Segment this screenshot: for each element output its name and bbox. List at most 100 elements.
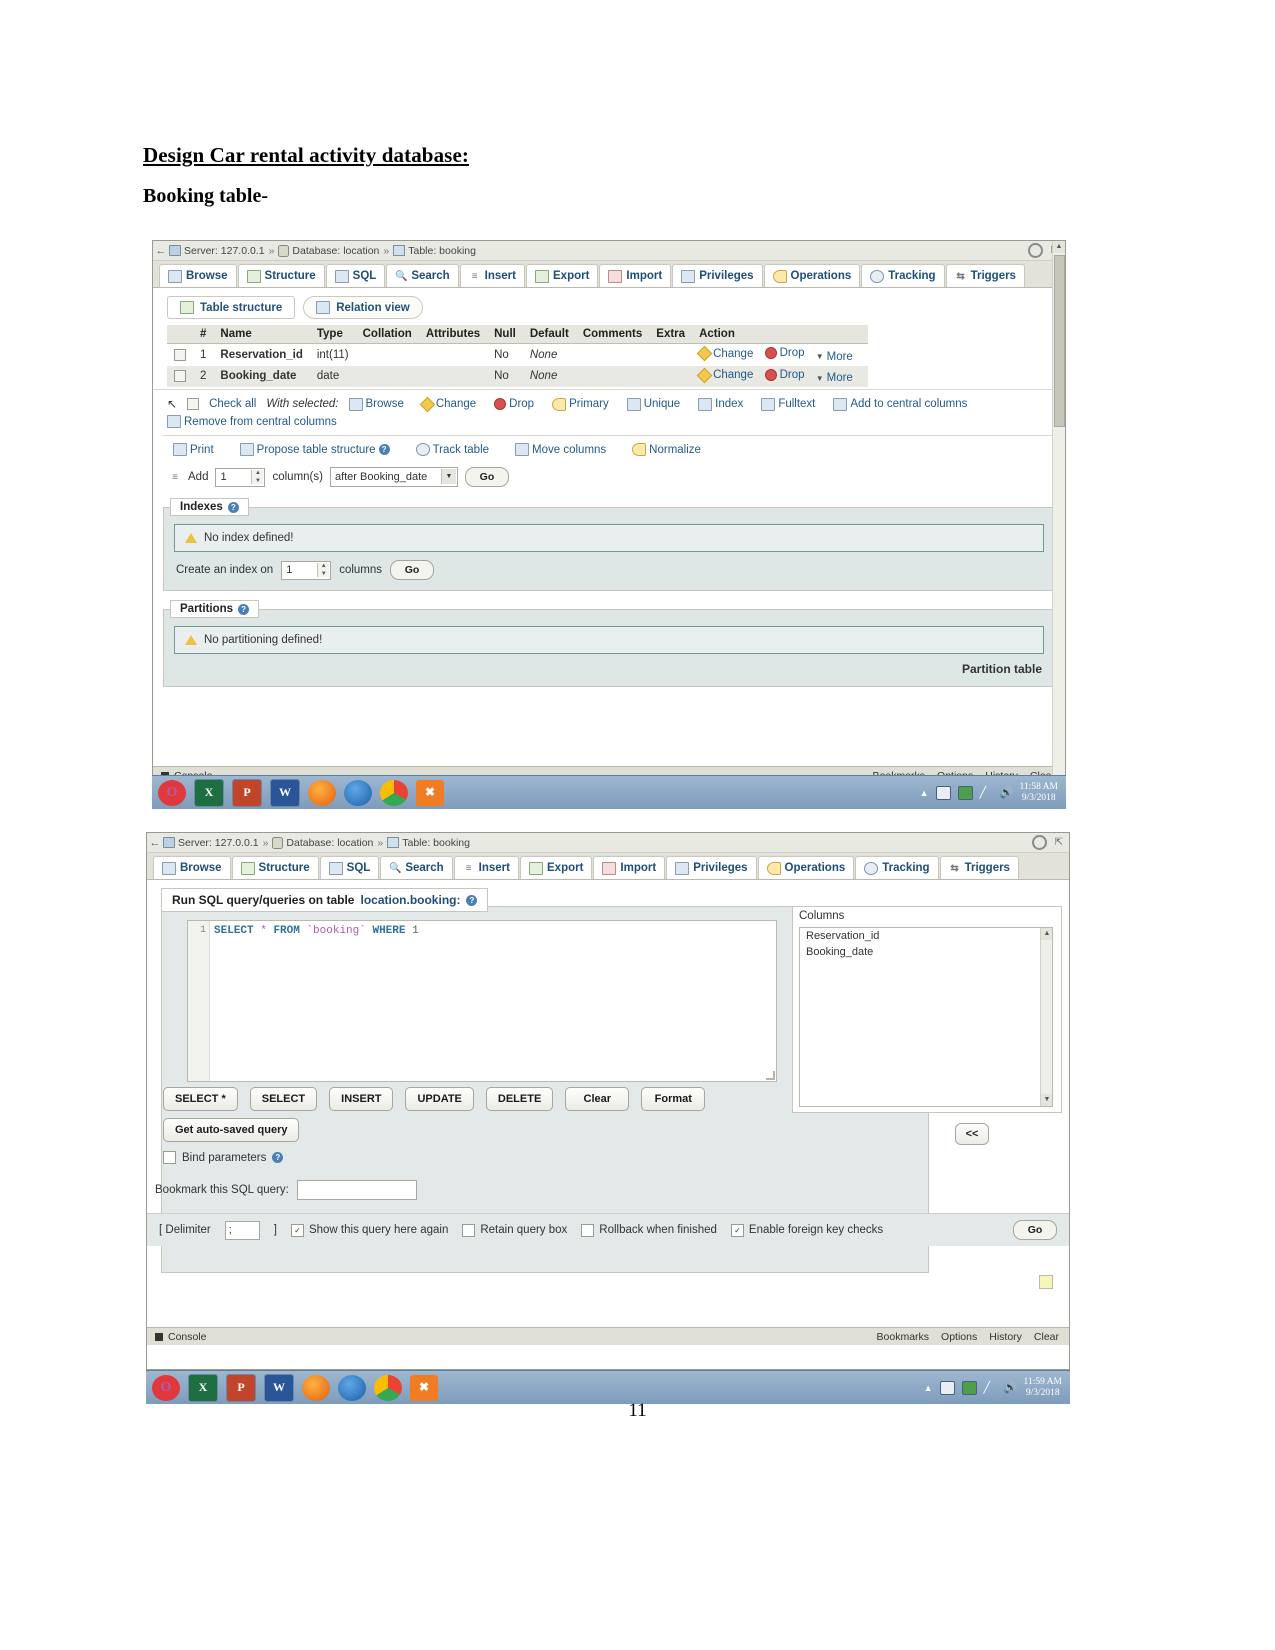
thunderbird-icon[interactable] bbox=[338, 1374, 366, 1401]
insert-button[interactable]: INSERT bbox=[329, 1087, 394, 1111]
tray-sync-icon[interactable] bbox=[957, 785, 973, 800]
breadcrumb-server[interactable]: Server: 127.0.0.1 bbox=[184, 245, 265, 257]
scroll-up-arrow[interactable]: ▲ bbox=[1041, 928, 1052, 940]
more-action[interactable]: ▼ More bbox=[816, 351, 853, 363]
tab-sql[interactable]: SQL bbox=[319, 856, 380, 879]
change-action[interactable]: Change bbox=[696, 345, 753, 362]
stepper-down[interactable]: ▼ bbox=[321, 571, 327, 577]
tab-browse[interactable]: Browse bbox=[159, 264, 237, 287]
sql-editor[interactable]: 1 SELECT * FROM `booking` WHERE 1 bbox=[187, 920, 777, 1082]
scrollbar-thumb[interactable] bbox=[1054, 255, 1065, 427]
breadcrumb-table[interactable]: Table: booking bbox=[408, 245, 476, 257]
editor-resize-handle[interactable] bbox=[766, 1071, 775, 1080]
columns-scrollbar[interactable]: ▲ ▼ bbox=[1040, 928, 1052, 1106]
foreign-key-checkbox[interactable] bbox=[730, 1223, 744, 1237]
sql-go-button[interactable]: Go bbox=[1013, 1220, 1057, 1240]
tray-network-icon[interactable] bbox=[939, 1380, 955, 1395]
get-autosaved-query-button[interactable]: Get auto-saved query bbox=[163, 1118, 300, 1142]
show-query-again-option[interactable]: Show this query here again bbox=[290, 1223, 448, 1237]
columns-list[interactable]: Reservation_id Booking_date ▲ ▼ bbox=[799, 927, 1053, 1107]
tray-volume-icon[interactable]: 🔊 bbox=[1000, 787, 1014, 799]
tray-sync-icon[interactable] bbox=[961, 1380, 977, 1395]
update-button[interactable]: UPDATE bbox=[405, 1087, 474, 1111]
tab-browse[interactable]: Browse bbox=[153, 856, 231, 879]
tab-operations[interactable]: Operations bbox=[757, 856, 855, 879]
index-go-button[interactable]: Go bbox=[390, 560, 435, 580]
tray-volume-icon[interactable]: 🔊 bbox=[1004, 1382, 1018, 1394]
xampp-icon[interactable]: ✖ bbox=[416, 779, 444, 806]
row-checkbox[interactable] bbox=[174, 348, 186, 361]
settings-gear-icon[interactable] bbox=[1031, 835, 1047, 850]
tab-tracking[interactable]: Tracking bbox=[861, 264, 945, 287]
add-central-columns-button[interactable]: Add to central columns bbox=[833, 397, 967, 411]
tab-privileges[interactable]: Privileges bbox=[666, 856, 757, 879]
row-checkbox[interactable] bbox=[174, 370, 186, 383]
help-icon[interactable]: ? bbox=[238, 603, 250, 615]
rollback-checkbox[interactable] bbox=[581, 1223, 595, 1237]
tab-triggers[interactable]: ⇆ Triggers bbox=[939, 856, 1019, 879]
tray-signal-icon[interactable]: ╱ bbox=[984, 1382, 997, 1394]
word-icon[interactable]: W bbox=[270, 778, 300, 807]
index-button[interactable]: Index bbox=[698, 397, 743, 411]
stepper-up[interactable]: ▲ bbox=[255, 470, 261, 476]
tray-network-icon[interactable] bbox=[935, 785, 951, 800]
tab-export[interactable]: Export bbox=[526, 264, 599, 287]
more-action[interactable]: ▼ More bbox=[816, 372, 853, 384]
vertical-scrollbar[interactable]: ▲ ▼ bbox=[1052, 241, 1065, 808]
list-item[interactable]: Booking_date bbox=[800, 944, 1052, 960]
tab-triggers[interactable]: ⇆ Triggers bbox=[945, 264, 1025, 287]
xampp-icon[interactable]: ✖ bbox=[410, 1374, 438, 1401]
propose-structure-button[interactable]: Propose table structure? bbox=[239, 443, 390, 456]
check-all-checkbox[interactable] bbox=[187, 398, 200, 410]
console-clear[interactable]: Clear bbox=[1034, 1331, 1059, 1343]
stepper-arrows[interactable]: ▲ ▼ bbox=[317, 562, 330, 577]
subtab-relation-view[interactable]: Relation view bbox=[303, 296, 423, 319]
fulltext-button[interactable]: Fulltext bbox=[761, 397, 815, 411]
browse-selected-button[interactable]: Browse bbox=[348, 397, 404, 411]
tray-signal-icon[interactable]: ╱ bbox=[980, 787, 993, 799]
select-star-button[interactable]: SELECT * bbox=[163, 1087, 238, 1111]
back-arrow-icon[interactable]: ← bbox=[153, 245, 169, 257]
columns-collapse-button[interactable]: << bbox=[955, 1123, 989, 1145]
drop-selected-button[interactable]: Drop bbox=[494, 398, 534, 410]
tab-operations[interactable]: Operations bbox=[763, 264, 861, 287]
excel-icon[interactable]: X bbox=[188, 1373, 218, 1402]
scroll-up-arrow[interactable]: ▲ bbox=[1053, 241, 1065, 253]
remove-central-columns-button[interactable]: Remove from central columns bbox=[167, 415, 337, 428]
excel-icon[interactable]: X bbox=[194, 778, 224, 807]
tray-expand-icon[interactable]: ▲ bbox=[924, 1383, 933, 1393]
stepper-arrows[interactable]: ▲ ▼ bbox=[251, 469, 264, 484]
track-table-button[interactable]: Track table bbox=[415, 443, 489, 456]
tab-insert[interactable]: ≡ Insert bbox=[453, 856, 519, 879]
print-button[interactable]: Print bbox=[173, 443, 214, 456]
console-history[interactable]: History bbox=[989, 1331, 1022, 1343]
thunderbird-icon[interactable] bbox=[344, 779, 372, 806]
help-icon[interactable]: ? bbox=[272, 1152, 284, 1163]
retain-query-box-option[interactable]: Retain query box bbox=[462, 1223, 567, 1237]
tab-import[interactable]: Import bbox=[599, 264, 672, 287]
tab-tracking[interactable]: Tracking bbox=[855, 856, 939, 879]
powerpoint-icon[interactable]: P bbox=[226, 1373, 256, 1402]
chrome-icon[interactable] bbox=[380, 779, 408, 806]
change-selected-button[interactable]: Change bbox=[419, 396, 476, 412]
stepper-down[interactable]: ▼ bbox=[255, 478, 261, 484]
subtab-table-structure[interactable]: Table structure bbox=[167, 296, 296, 319]
opera-icon[interactable]: O bbox=[158, 779, 186, 806]
tab-search[interactable]: 🔍 Search bbox=[386, 264, 459, 287]
scroll-down-arrow[interactable]: ▼ bbox=[1041, 1094, 1052, 1106]
powerpoint-icon[interactable]: P bbox=[232, 778, 262, 807]
breadcrumb-table[interactable]: Table: booking bbox=[402, 837, 470, 849]
index-count-stepper[interactable]: 1 ▲ ▼ bbox=[281, 560, 332, 580]
delete-button[interactable]: DELETE bbox=[485, 1087, 554, 1111]
normalize-button[interactable]: Normalize bbox=[632, 443, 701, 456]
stepper-up[interactable]: ▲ bbox=[321, 563, 327, 569]
help-icon[interactable]: ? bbox=[227, 501, 239, 513]
unique-button[interactable]: Unique bbox=[626, 397, 680, 411]
firefox-icon[interactable] bbox=[308, 779, 336, 806]
breadcrumb-database[interactable]: Database: location bbox=[286, 837, 373, 849]
tab-sql[interactable]: SQL bbox=[325, 264, 386, 287]
add-go-button[interactable]: Go bbox=[464, 467, 509, 487]
opera-icon[interactable]: O bbox=[152, 1374, 180, 1401]
move-columns-button[interactable]: Move columns bbox=[515, 443, 606, 456]
tab-search[interactable]: 🔍 Search bbox=[380, 856, 453, 879]
